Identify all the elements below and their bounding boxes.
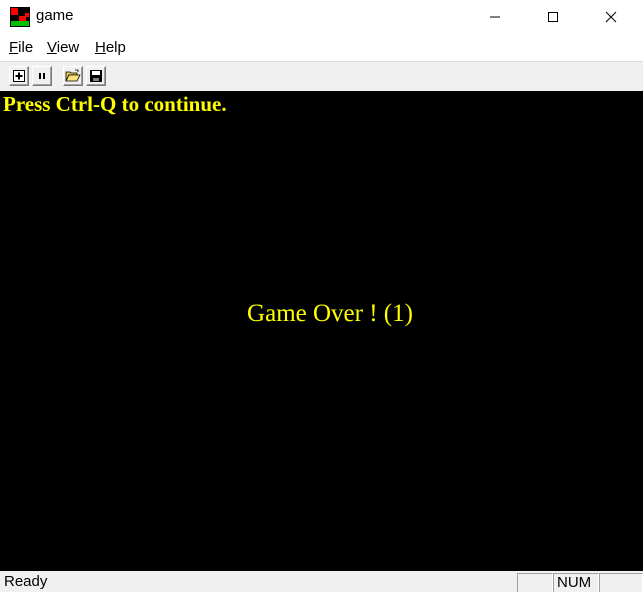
- pause-button[interactable]: [32, 66, 52, 86]
- menu-file[interactable]: File: [9, 39, 33, 56]
- title-bar: game: [0, 0, 643, 34]
- minimize-button[interactable]: [466, 0, 524, 34]
- open-folder-icon: [65, 69, 81, 82]
- menu-bar: File View Help: [0, 36, 643, 60]
- save-disk-icon: [90, 70, 102, 82]
- status-pane-caps: [517, 573, 553, 592]
- minimize-icon: [490, 16, 500, 18]
- maximize-button[interactable]: [524, 0, 582, 34]
- status-text: Ready: [4, 573, 48, 590]
- game-over-text: Game Over ! (1): [247, 300, 413, 327]
- window-title: game: [36, 7, 74, 24]
- pause-icon: [39, 73, 45, 79]
- new-game-button[interactable]: [9, 66, 29, 86]
- menu-help[interactable]: Help: [95, 39, 126, 56]
- save-button[interactable]: [86, 66, 106, 86]
- game-app-icon: [10, 7, 30, 27]
- status-pane-scroll: [599, 573, 643, 592]
- game-canvas[interactable]: Press Ctrl-Q to continue. Game Over ! (1…: [0, 91, 643, 571]
- menu-view[interactable]: View: [47, 39, 79, 56]
- status-pane-num: NUM: [553, 573, 599, 592]
- continue-prompt: Press Ctrl-Q to continue.: [3, 92, 227, 116]
- status-bar: Ready NUM: [0, 571, 643, 592]
- toolbar: [0, 61, 643, 91]
- open-button[interactable]: [63, 66, 83, 86]
- new-game-icon: [13, 70, 25, 82]
- close-icon: [605, 11, 617, 23]
- maximize-icon: [548, 12, 558, 22]
- close-button[interactable]: [582, 0, 640, 34]
